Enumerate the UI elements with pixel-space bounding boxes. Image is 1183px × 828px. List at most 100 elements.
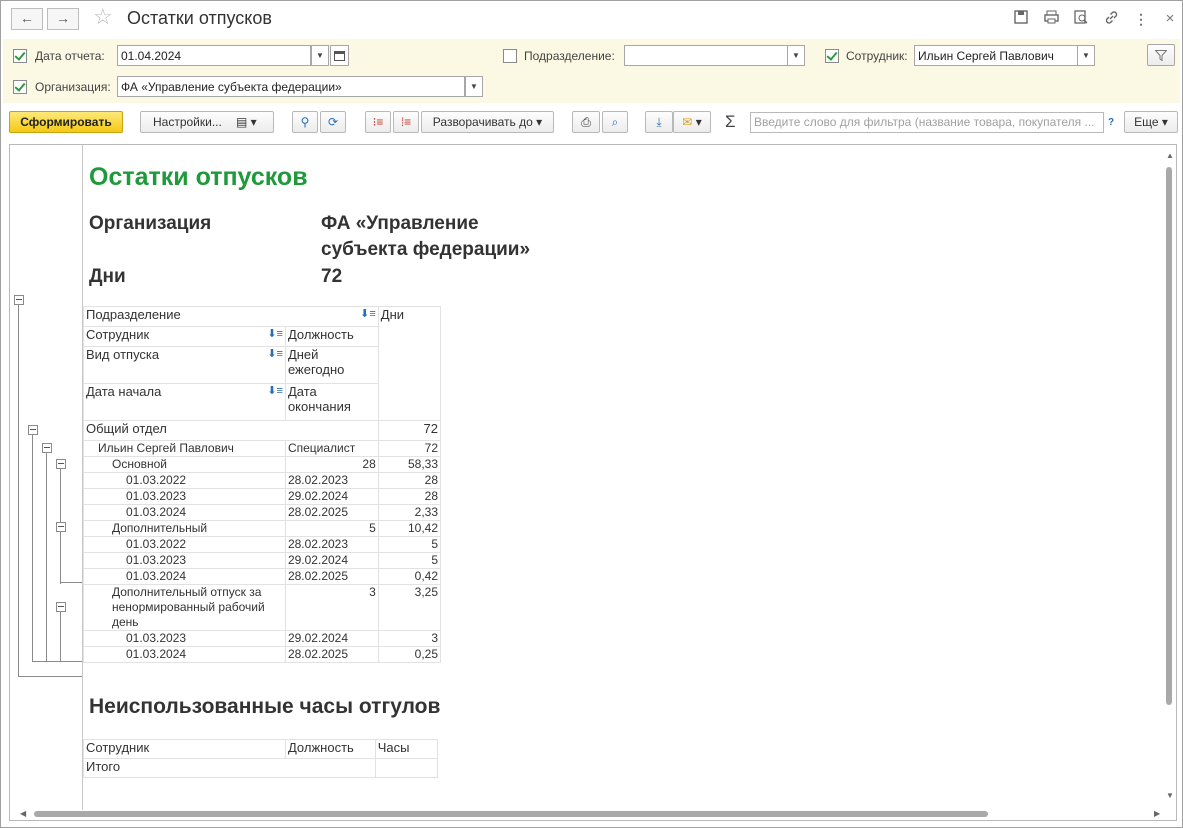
employee-label: Сотрудник: xyxy=(846,49,908,63)
preview-icon[interactable] xyxy=(1072,10,1090,28)
period-row[interactable]: 01.03.2023 29.02.2024 28 xyxy=(83,488,442,505)
settings-button[interactable]: Настройки... ▤ ▾ xyxy=(140,111,274,133)
sort-icon: ⬇≡ xyxy=(267,348,283,360)
save-icon[interactable] xyxy=(1012,10,1030,28)
find-next-button[interactable]: ⟳ xyxy=(320,111,346,133)
header-days[interactable]: Дни xyxy=(377,306,442,421)
generate-button[interactable]: Сформировать xyxy=(9,111,123,133)
expand-to-dropdown[interactable]: Разворачивать до ▾ xyxy=(421,111,554,133)
header-position[interactable]: Должность xyxy=(284,326,379,347)
collapse-button[interactable]: ⁝≡ xyxy=(365,111,391,133)
department-label: Подразделение: xyxy=(524,49,615,63)
organization-dropdown-button[interactable]: ▼ xyxy=(465,76,483,97)
group-line xyxy=(46,451,47,662)
horizontal-scroll-thumb[interactable] xyxy=(34,811,988,817)
window-title: Остатки отпусков xyxy=(127,8,272,28)
expand-button[interactable]: ⁞≡ xyxy=(393,111,419,133)
close-icon[interactable]: × xyxy=(1161,10,1179,28)
header-start-date[interactable]: Дата начала ⬇≡ xyxy=(83,383,286,421)
sort-icon: ⬇≡ xyxy=(360,308,376,320)
collapse-groups-icon: ⁝≡ xyxy=(372,115,384,129)
section2-title: Неиспользованные часы отгулов xyxy=(89,695,441,718)
vertical-scrollbar[interactable]: ▲ ▼ xyxy=(1164,151,1174,801)
expand-groups-icon: ⁞≡ xyxy=(400,115,412,129)
scroll-left-icon[interactable]: ◀ xyxy=(20,809,26,818)
horizontal-scrollbar[interactable]: ◀ ▶ xyxy=(20,809,1160,819)
favorite-star-icon[interactable]: ☆ xyxy=(93,6,113,28)
date-checkbox[interactable] xyxy=(13,49,27,63)
more-vertical-icon[interactable]: ⋮ xyxy=(1132,10,1150,28)
collapse-group-icon[interactable] xyxy=(28,425,38,435)
period-row[interactable]: 01.03.2022 28.02.2023 28 xyxy=(83,472,442,489)
chevron-down-icon: ▾ xyxy=(1161,115,1168,129)
collapse-group-icon[interactable] xyxy=(42,443,52,453)
department-row[interactable]: Общий отдел 72 xyxy=(83,420,442,441)
date-field[interactable]: 01.04.2024 xyxy=(117,45,311,66)
help-icon[interactable]: ? xyxy=(1108,117,1114,128)
report-title: Остатки отпусков xyxy=(89,163,308,191)
collapse-group-icon[interactable] xyxy=(56,459,66,469)
group-line xyxy=(60,582,82,583)
save-to-file-button[interactable]: ⤓ xyxy=(645,111,673,133)
vertical-scroll-thumb[interactable] xyxy=(1166,167,1172,705)
collapse-group-icon[interactable] xyxy=(56,602,66,612)
find-button[interactable]: ⚲ xyxy=(292,111,318,133)
total-row[interactable]: Итого xyxy=(83,758,439,778)
header-days-per-year[interactable]: Дней ежегодно xyxy=(284,346,379,384)
group-line xyxy=(60,611,61,662)
vacation-type-row[interactable]: Дополнительный отпуск за ненормированный … xyxy=(83,584,442,631)
search-icon: ⚲ xyxy=(300,115,310,129)
sum-icon[interactable]: Σ xyxy=(725,112,736,132)
date-dropdown-button[interactable]: ▼ xyxy=(311,45,329,66)
calendar-icon[interactable] xyxy=(330,45,349,66)
department-checkbox[interactable] xyxy=(503,49,517,63)
period-row[interactable]: 01.03.2023 29.02.2024 3 xyxy=(83,630,442,647)
send-email-button[interactable]: ✉ ▾ xyxy=(673,111,711,133)
vacation-type-row[interactable]: Основной 28 58,33 xyxy=(83,456,442,473)
link-icon[interactable] xyxy=(1102,10,1120,28)
scroll-right-icon[interactable]: ▶ xyxy=(1154,809,1160,818)
employee-checkbox[interactable] xyxy=(825,49,839,63)
vacation-type-row[interactable]: Дополнительный 5 10,42 xyxy=(83,520,442,537)
more-button[interactable]: Еще ▾ xyxy=(1124,111,1178,133)
days-param-value: 72 xyxy=(321,266,343,287)
department-field[interactable] xyxy=(624,45,788,66)
expand-to-label: Разворачивать до xyxy=(432,115,533,129)
scroll-down-icon[interactable]: ▼ xyxy=(1166,791,1174,800)
header-employee[interactable]: Сотрудник ⬇≡ xyxy=(83,326,286,347)
group-line xyxy=(18,303,19,677)
org-param-label: Организация xyxy=(89,213,212,234)
header-employee[interactable]: Сотрудник xyxy=(83,739,286,759)
period-row[interactable]: 01.03.2024 28.02.2025 2,33 xyxy=(83,504,442,521)
period-row[interactable]: 01.03.2023 29.02.2024 5 xyxy=(83,552,442,569)
forward-button[interactable]: → xyxy=(47,8,79,30)
scroll-up-icon[interactable]: ▲ xyxy=(1166,151,1174,160)
filter-search-input[interactable]: Введите слово для фильтра (название това… xyxy=(750,112,1104,133)
employee-field[interactable]: Ильин Сергей Павлович xyxy=(914,45,1078,66)
organization-checkbox[interactable] xyxy=(13,80,27,94)
filter-button[interactable] xyxy=(1147,44,1175,66)
header-vacation-type[interactable]: Вид отпуска ⬇≡ xyxy=(83,346,286,384)
print-icon[interactable] xyxy=(1042,10,1060,28)
department-dropdown-button[interactable]: ▼ xyxy=(787,45,805,66)
header-row: Подразделение ⬇≡ Дни xyxy=(83,306,442,421)
print-preview-button[interactable]: ⌕ xyxy=(602,111,628,133)
collapse-group-icon[interactable] xyxy=(14,295,24,305)
header-end-date[interactable]: Дата окончания xyxy=(284,383,379,421)
organization-field[interactable]: ФА «Управление субъекта федерации» xyxy=(117,76,465,97)
header-department[interactable]: Подразделение ⬇≡ xyxy=(83,306,379,327)
employee-dropdown-button[interactable]: ▼ xyxy=(1077,45,1095,66)
group-line xyxy=(60,531,61,584)
envelope-icon: ✉ xyxy=(682,115,693,129)
header-position[interactable]: Должность xyxy=(284,739,376,759)
title-bar: ← → ☆ Остатки отпусков ⋮ × xyxy=(1,1,1182,37)
period-row[interactable]: 01.03.2022 28.02.2023 5 xyxy=(83,536,442,553)
report-area: Остатки отпусков Организация ФА «Управле… xyxy=(9,144,1177,821)
back-button[interactable]: ← xyxy=(11,8,43,30)
period-row[interactable]: 01.03.2024 28.02.2025 0,25 xyxy=(83,646,442,663)
period-row[interactable]: 01.03.2024 28.02.2025 0,42 xyxy=(83,568,442,585)
employee-row[interactable]: Ильин Сергей Павлович Специалист 72 xyxy=(83,440,442,457)
print-button[interactable]: ⎙ xyxy=(572,111,600,133)
header-hours[interactable]: Часы xyxy=(374,739,439,759)
collapse-group-icon[interactable] xyxy=(56,522,66,532)
